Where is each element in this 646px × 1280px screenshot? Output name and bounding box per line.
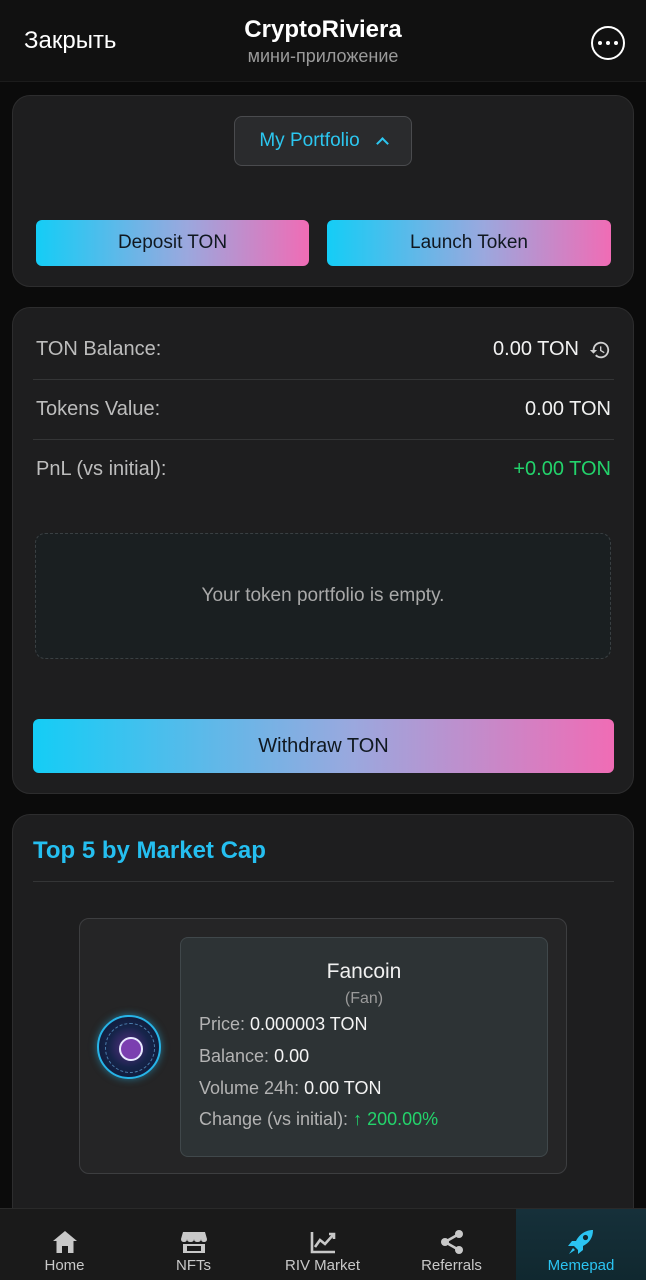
token-change: Change (vs initial): ↑ 200.00% <box>199 1109 438 1130</box>
nav-riv-market-label: RIV Market <box>284 1257 360 1274</box>
withdraw-ton-button[interactable]: Withdraw TON <box>33 719 614 773</box>
home-icon <box>52 1231 77 1253</box>
token-volume: Volume 24h: 0.00 TON <box>199 1078 381 1099</box>
pnl-row: PnL (vs initial): +0.00 TON <box>33 439 614 499</box>
chevron-up-icon <box>375 137 389 150</box>
token-volume-value: 0.00 TON <box>304 1078 382 1098</box>
token-symbol: (Fan) <box>344 990 384 1007</box>
more-options-button[interactable] <box>591 26 625 60</box>
launch-token-button[interactable]: Launch Token <box>327 220 611 266</box>
tokens-value-label: Tokens Value: <box>36 398 161 420</box>
nav-memepad[interactable]: Memepad <box>516 1209 646 1280</box>
token-logo-icon <box>97 1015 161 1079</box>
ton-balance-value-wrap: 0.00 TON <box>493 338 614 361</box>
token-price-label: Price: <box>199 1014 246 1034</box>
tokens-value-value: 0.00 TON <box>525 398 611 420</box>
dot-icon <box>598 41 602 45</box>
ton-balance-label: TON Balance: <box>36 338 162 360</box>
token-info-panel: Fancoin (Fan) Price: 0.000003 TON Balanc… <box>180 937 548 1157</box>
token-balance: Balance: 0.00 <box>199 1046 309 1067</box>
section-title: Top 5 by Market Cap <box>33 837 266 864</box>
share-icon <box>440 1230 463 1254</box>
nav-nfts[interactable]: NFTs <box>129 1209 258 1280</box>
app-subtitle: мини-приложение <box>247 46 399 66</box>
token-card[interactable]: Fancoin (Fan) Price: 0.000003 TON Balanc… <box>79 918 567 1174</box>
ton-balance-value: 0.00 TON <box>493 338 579 360</box>
token-change-label: Change (vs initial): <box>199 1109 349 1129</box>
pnl-value: +0.00 TON <box>513 457 611 480</box>
portfolio-selector[interactable]: My Portfolio <box>234 116 412 166</box>
balances-card: TON Balance: 0.00 TON Tokens Value: 0.00… <box>12 307 634 794</box>
app-title: CryptoRiviera <box>244 16 402 43</box>
pnl-label: PnL (vs initial): <box>36 457 167 480</box>
token-price-value: 0.000003 TON <box>250 1014 368 1034</box>
bottom-navigation: Home NFTs RIV Market Referrals Memepad <box>0 1208 646 1280</box>
divider <box>33 881 614 882</box>
empty-portfolio-message: Your token portfolio is empty. <box>35 533 611 659</box>
token-name: Fancoin <box>326 960 402 983</box>
nav-home-label: Home <box>44 1257 85 1274</box>
nav-home[interactable]: Home <box>0 1209 129 1280</box>
main-content[interactable]: My Portfolio Deposit TON Launch Token TO… <box>0 82 646 1208</box>
dot-icon <box>614 41 618 45</box>
token-change-value: ↑ 200.00% <box>353 1109 439 1129</box>
dot-icon <box>606 41 610 45</box>
portfolio-selector-label: My Portfolio <box>259 130 360 151</box>
rocket-icon <box>568 1230 593 1254</box>
portfolio-actions-card: My Portfolio Deposit TON Launch Token <box>12 95 634 287</box>
nav-riv-market[interactable]: RIV Market <box>258 1209 387 1280</box>
token-balance-label: Balance: <box>199 1046 270 1066</box>
tokens-value-row: Tokens Value: 0.00 TON <box>33 380 614 440</box>
deposit-ton-button[interactable]: Deposit TON <box>36 220 309 266</box>
nav-memepad-label: Memepad <box>547 1257 615 1274</box>
nav-nfts-label: NFTs <box>176 1257 211 1274</box>
store-icon <box>180 1232 207 1253</box>
token-price: Price: 0.000003 TON <box>199 1014 367 1035</box>
nav-referrals[interactable]: Referrals <box>387 1209 516 1280</box>
chart-line-icon <box>310 1232 335 1254</box>
token-volume-label: Volume 24h: <box>199 1078 300 1098</box>
ton-balance-row: TON Balance: 0.00 TON <box>33 320 614 380</box>
token-balance-value: 0.00 <box>274 1046 310 1066</box>
nav-referrals-label: Referrals <box>421 1257 482 1274</box>
title-block: CryptoRiviera мини-приложение <box>0 16 646 67</box>
app-header: Закрыть CryptoRiviera мини-приложение <box>0 0 646 82</box>
top5-card: Top 5 by Market Cap Fancoin (Fan) Price:… <box>12 814 634 1208</box>
history-icon[interactable] <box>589 339 611 361</box>
